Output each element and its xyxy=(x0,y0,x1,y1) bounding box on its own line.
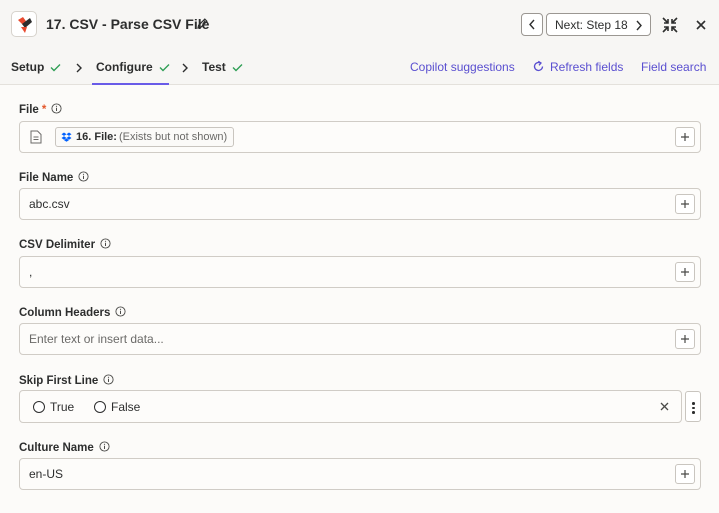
csv-delimiter-value: , xyxy=(29,265,33,279)
field-search-link[interactable]: Field search xyxy=(641,60,706,74)
pencil-icon[interactable] xyxy=(196,17,209,30)
chip-note: (Exists but not shown) xyxy=(118,131,228,143)
chevron-left-icon xyxy=(529,19,535,30)
insert-data-button[interactable] xyxy=(675,329,695,349)
plus-icon xyxy=(681,133,689,141)
tab-setup-label: Setup xyxy=(11,60,45,74)
document-icon xyxy=(30,130,42,144)
tab-test[interactable]: Test xyxy=(202,60,243,74)
check-icon xyxy=(232,64,243,72)
app-logo-icon xyxy=(11,11,37,37)
file-field-label: File * xyxy=(19,103,62,116)
radio-true-label: True xyxy=(50,400,75,414)
dot xyxy=(692,406,695,409)
file-name-label-text: File Name xyxy=(19,172,74,184)
file-name-value: abc.csv xyxy=(29,197,70,211)
info-icon[interactable] xyxy=(115,306,126,317)
csv-delimiter-label-text: CSV Delimiter xyxy=(19,239,96,251)
column-headers-field-label: Column Headers xyxy=(19,306,126,319)
insert-data-button[interactable] xyxy=(675,127,695,147)
culture-name-input[interactable]: en-US xyxy=(19,458,701,490)
plus-icon xyxy=(681,200,689,208)
insert-data-button[interactable] xyxy=(675,194,695,214)
step-tabs: Setup Configure Test Copilot suggestions… xyxy=(0,50,719,85)
step-title: 17. CSV - Parse CSV File xyxy=(46,16,210,32)
info-icon[interactable] xyxy=(78,171,89,182)
previous-step-button[interactable] xyxy=(521,13,543,36)
file-data-chip[interactable]: 16. File: (Exists but not shown) xyxy=(55,127,235,147)
next-step-button[interactable]: Next: Step 18 xyxy=(546,13,651,36)
dropbox-icon xyxy=(61,132,72,142)
column-headers-label-text: Column Headers xyxy=(19,307,111,319)
column-headers-input[interactable]: Enter text or insert data... xyxy=(19,323,701,355)
csv-delimiter-field-label: CSV Delimiter xyxy=(19,238,111,251)
info-icon[interactable] xyxy=(103,374,114,385)
collapse-icon[interactable] xyxy=(660,15,680,35)
dot xyxy=(692,411,695,414)
file-input[interactable]: 16. File: (Exists but not shown) xyxy=(19,121,701,153)
file-name-input[interactable]: abc.csv xyxy=(19,188,701,220)
info-icon[interactable] xyxy=(100,238,111,249)
info-icon[interactable] xyxy=(99,441,110,452)
skip-first-line-field-label: Skip First Line xyxy=(19,374,114,387)
check-icon xyxy=(50,64,61,72)
plus-icon xyxy=(681,470,689,478)
info-icon[interactable] xyxy=(51,103,62,114)
next-step-label: Next: Step 18 xyxy=(555,18,628,32)
radio-false[interactable]: False xyxy=(94,400,140,414)
dot xyxy=(692,402,695,405)
column-headers-placeholder: Enter text or insert data... xyxy=(29,332,164,346)
culture-name-label-text: Culture Name xyxy=(19,442,94,454)
check-icon xyxy=(159,64,170,72)
tab-test-label: Test xyxy=(202,60,226,74)
skip-first-line-label-text: Skip First Line xyxy=(19,375,99,387)
refresh-fields-link[interactable]: Refresh fields xyxy=(550,60,623,74)
chip-step-name: 16. File: xyxy=(76,131,117,143)
csv-delimiter-input[interactable]: , xyxy=(19,256,701,288)
chevron-right-icon xyxy=(76,63,82,73)
radio-circle xyxy=(94,401,106,413)
refresh-icon[interactable] xyxy=(532,60,545,73)
tab-setup[interactable]: Setup xyxy=(11,60,61,74)
culture-name-field-label: Culture Name xyxy=(19,441,110,454)
chevron-right-icon xyxy=(182,63,188,73)
file-name-field-label: File Name xyxy=(19,171,89,184)
plus-icon xyxy=(681,335,689,343)
plus-icon xyxy=(681,268,689,276)
active-tab-indicator xyxy=(92,83,169,85)
more-vertical-icon[interactable] xyxy=(685,391,701,422)
clear-icon[interactable] xyxy=(660,402,669,411)
radio-circle xyxy=(33,401,45,413)
required-marker: * xyxy=(41,104,47,116)
insert-data-button[interactable] xyxy=(675,262,695,282)
copilot-suggestions-link[interactable]: Copilot suggestions xyxy=(410,60,515,74)
radio-true[interactable]: True xyxy=(33,400,74,414)
tab-configure[interactable]: Configure xyxy=(96,60,170,74)
close-icon[interactable] xyxy=(694,18,708,32)
culture-name-value: en-US xyxy=(29,467,64,481)
chevron-right-icon xyxy=(636,20,642,31)
radio-false-label: False xyxy=(111,400,141,414)
insert-data-button[interactable] xyxy=(675,464,695,484)
skip-first-line-radio-group: True False xyxy=(19,390,682,423)
tab-configure-label: Configure xyxy=(96,60,153,74)
step-header: 17. CSV - Parse CSV File Next: Step 18 xyxy=(0,0,719,50)
file-label-text: File xyxy=(19,104,39,116)
